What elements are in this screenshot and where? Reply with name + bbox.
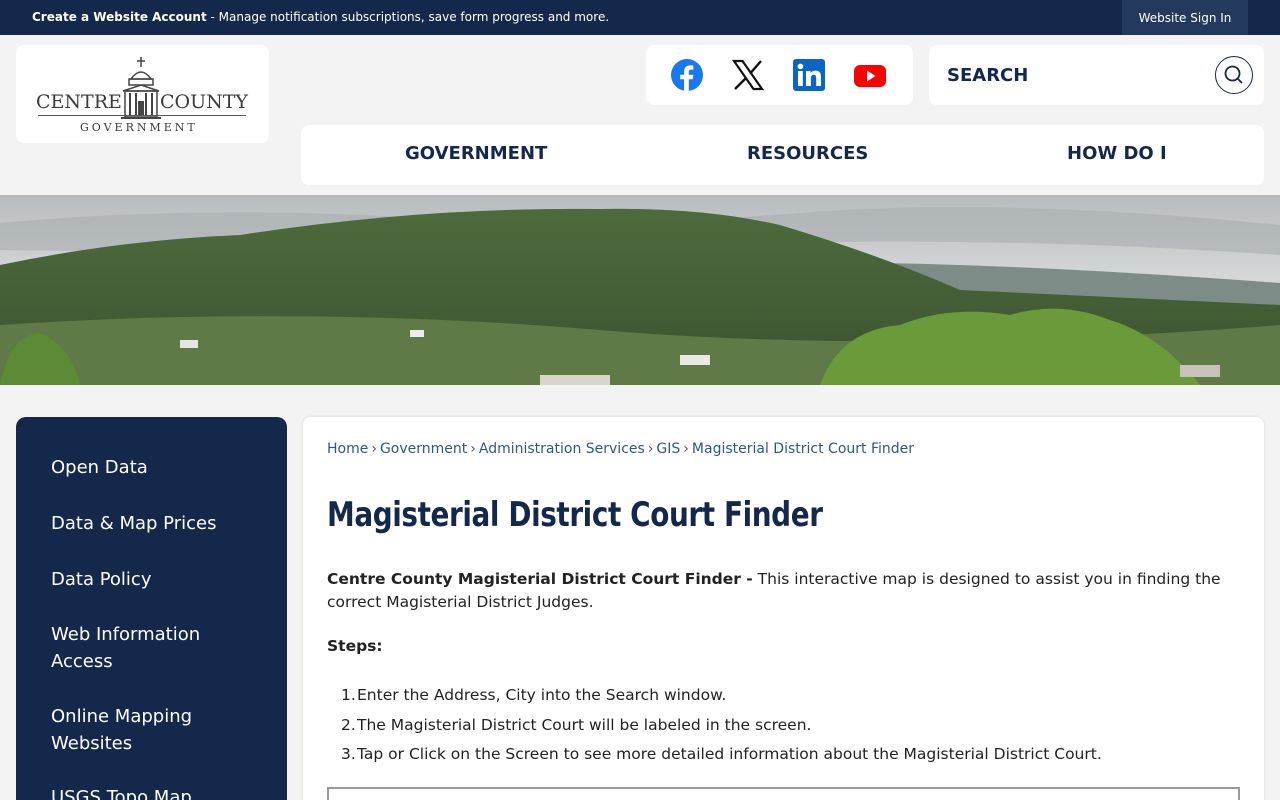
step-item: 1.Enter the Address, City into the Searc… (341, 686, 727, 704)
main-content: Home › Government › Administration Services ›… (303, 417, 1264, 800)
page-title: Magisterial District Court Finder (327, 495, 823, 535)
sidebar-item-open-data[interactable]: Open Data (51, 454, 261, 481)
logo-text-county: COUNTY (160, 91, 248, 113)
map-embed-frame[interactable] (327, 787, 1240, 800)
search-button[interactable] (1215, 56, 1253, 94)
breadcrumb-home[interactable]: Home (327, 441, 368, 457)
nav-resources[interactable]: RESOURCES (747, 143, 868, 164)
facebook-icon[interactable] (671, 59, 703, 91)
logo-text-government: GOVERNMENT (80, 121, 198, 134)
x-icon[interactable] (732, 59, 764, 91)
hero-banner-image (0, 195, 1280, 385)
steps-heading: Steps: (327, 637, 383, 655)
nav-how-do-i[interactable]: HOW DO I (1067, 143, 1167, 164)
intro-bold: Centre County Magisterial District Court… (327, 570, 753, 588)
breadcrumb-current-page[interactable]: Magisterial District Court Finder (692, 441, 914, 457)
breadcrumb-government[interactable]: Government (380, 441, 467, 457)
nav-government[interactable]: GOVERNMENT (405, 143, 547, 164)
top-bar: Create a Website Account - Manage notifi… (0, 0, 1280, 35)
sidebar-item-data-policy[interactable]: Data Policy (51, 566, 261, 593)
account-message: Create a Website Account - Manage notifi… (32, 10, 609, 24)
sidebar-menu: Open Data Data & Map Prices Data Policy … (16, 417, 287, 800)
linkedin-icon[interactable] (793, 59, 825, 91)
breadcrumb-administration-services[interactable]: Administration Services (479, 441, 645, 457)
search-input[interactable] (947, 60, 1207, 90)
courthouse-icon (121, 57, 161, 119)
step-item: 2.The Magisterial District Court will be… (341, 715, 812, 734)
youtube-icon[interactable] (854, 59, 886, 91)
logo-text-centre: CENTRE (36, 91, 122, 113)
account-message-text: - Manage notification subscriptions, sav… (206, 10, 610, 24)
sidebar-item-data-map-prices[interactable]: Data & Map Prices (51, 510, 261, 537)
mountain-landscape (0, 195, 1280, 385)
create-account-link[interactable]: Create a Website Account (32, 10, 207, 24)
search-icon (1224, 65, 1243, 84)
sidebar-item-usgs-topo-map[interactable]: USGS Topo Map (51, 784, 261, 800)
sidebar-item-online-mapping-websites[interactable]: Online Mapping Websites (51, 703, 221, 757)
step-item: 3.Tap or Click on the Screen to see more… (341, 745, 1102, 763)
steps-list: 1.Enter the Address, City into the Searc… (327, 681, 1227, 770)
main-navigation: GOVERNMENT RESOURCES HOW DO I (301, 125, 1264, 185)
site-logo[interactable]: CENTRE COUNTY GOVERNMENT (16, 45, 269, 143)
intro-paragraph: Centre County Magisterial District Court… (327, 568, 1227, 614)
social-links (646, 45, 913, 105)
sidebar-item-web-information-access[interactable]: Web Information Access (51, 621, 221, 675)
logo-divider (38, 115, 246, 116)
search-bar (929, 45, 1264, 105)
website-sign-in-button[interactable]: Website Sign In (1122, 0, 1248, 35)
breadcrumb: Home › Government › Administration Services ›… (327, 441, 914, 457)
breadcrumb-gis[interactable]: GIS (656, 441, 680, 457)
